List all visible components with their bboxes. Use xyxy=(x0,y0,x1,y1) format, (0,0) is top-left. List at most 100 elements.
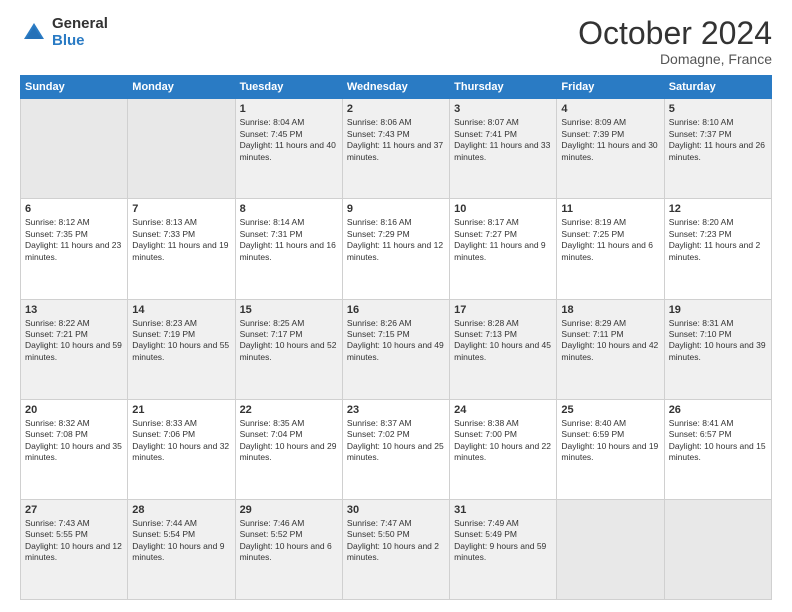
cell-info: Sunrise: 8:19 AM Sunset: 7:25 PM Dayligh… xyxy=(561,217,659,263)
calendar-cell: 14Sunrise: 8:23 AM Sunset: 7:19 PM Dayli… xyxy=(128,299,235,399)
cell-info: Sunrise: 8:04 AM Sunset: 7:45 PM Dayligh… xyxy=(240,117,338,163)
day-number: 12 xyxy=(669,203,767,215)
cell-info: Sunrise: 8:33 AM Sunset: 7:06 PM Dayligh… xyxy=(132,418,230,464)
calendar-cell: 5 Sunrise: 8:10 AM Sunset: 7:37 PM Daylig… xyxy=(664,99,771,199)
calendar-cell: 30Sunrise: 7:47 AM Sunset: 5:50 PM Dayli… xyxy=(342,499,449,599)
calendar-cell: 24 Sunrise: 8:38 AM Sunset: 7:00 PM Dayli… xyxy=(450,399,557,499)
cell-info: Sunrise: 8:07 AM Sunset: 7:41 PM Dayligh… xyxy=(454,117,552,163)
day-number: 6 xyxy=(25,203,123,215)
cell-info: Sunrise: 8:12 AM Sunset: 7:35 PM Dayligh… xyxy=(25,217,123,263)
day-number: 28 xyxy=(132,504,230,516)
calendar-cell: 18 Sunrise: 8:29 AM Sunset: 7:11 PM Dayli… xyxy=(557,299,664,399)
calendar-cell: 2 Sunrise: 8:06 AM Sunset: 7:43 PM Daylig… xyxy=(342,99,449,199)
day-number: 22 xyxy=(240,404,338,416)
cell-info: Sunrise: 7:44 AM Sunset: 5:54 PM Dayligh… xyxy=(132,518,230,564)
calendar-cell: 12 Sunrise: 8:20 AM Sunset: 7:23 PM Dayli… xyxy=(664,199,771,299)
cell-info: Sunrise: 8:06 AM Sunset: 7:43 PM Dayligh… xyxy=(347,117,445,163)
day-number: 11 xyxy=(561,203,659,215)
day-number: 3 xyxy=(454,103,552,115)
day-number: 31 xyxy=(454,504,552,516)
day-number: 21 xyxy=(132,404,230,416)
calendar-day-header: Sunday xyxy=(21,76,128,99)
cell-info: Sunrise: 8:25 AM Sunset: 7:17 PM Dayligh… xyxy=(240,318,338,364)
calendar-cell: 7 Sunrise: 8:13 AM Sunset: 7:33 PM Daylig… xyxy=(128,199,235,299)
calendar-cell: 31Sunrise: 7:49 AM Sunset: 5:49 PM Dayli… xyxy=(450,499,557,599)
cell-info: Sunrise: 7:43 AM Sunset: 5:55 PM Dayligh… xyxy=(25,518,123,564)
cell-info: Sunrise: 8:09 AM Sunset: 7:39 PM Dayligh… xyxy=(561,117,659,163)
cell-info: Sunrise: 7:46 AM Sunset: 5:52 PM Dayligh… xyxy=(240,518,338,564)
calendar-cell: 9 Sunrise: 8:16 AM Sunset: 7:29 PM Daylig… xyxy=(342,199,449,299)
cell-info: Sunrise: 8:38 AM Sunset: 7:00 PM Dayligh… xyxy=(454,418,552,464)
calendar-day-header: Saturday xyxy=(664,76,771,99)
calendar-cell: 29Sunrise: 7:46 AM Sunset: 5:52 PM Dayli… xyxy=(235,499,342,599)
calendar-cell xyxy=(557,499,664,599)
calendar-cell: 26Sunrise: 8:41 AM Sunset: 6:57 PM Dayli… xyxy=(664,399,771,499)
calendar-week-row: 13 Sunrise: 8:22 AM Sunset: 7:21 PM Dayli… xyxy=(21,299,772,399)
calendar-day-header: Monday xyxy=(128,76,235,99)
day-number: 17 xyxy=(454,304,552,316)
calendar-cell: 28 Sunrise: 7:44 AM Sunset: 5:54 PM Dayli… xyxy=(128,499,235,599)
logo-icon xyxy=(20,19,48,47)
day-number: 16 xyxy=(347,304,445,316)
calendar-header-row: SundayMondayTuesdayWednesdayThursdayFrid… xyxy=(21,76,772,99)
calendar-day-header: Tuesday xyxy=(235,76,342,99)
calendar-week-row: 20 Sunrise: 8:32 AM Sunset: 7:08 PM Dayli… xyxy=(21,399,772,499)
cell-info: Sunrise: 8:17 AM Sunset: 7:27 PM Dayligh… xyxy=(454,217,552,263)
month-title: October 2024 xyxy=(578,16,772,51)
cell-info: Sunrise: 8:28 AM Sunset: 7:13 PM Dayligh… xyxy=(454,318,552,364)
day-number: 7 xyxy=(132,203,230,215)
page: General Blue October 2024 Domagne, Franc… xyxy=(0,0,792,612)
calendar-cell: 21 Sunrise: 8:33 AM Sunset: 7:06 PM Dayli… xyxy=(128,399,235,499)
header: General Blue October 2024 Domagne, Franc… xyxy=(20,16,772,67)
logo-blue: Blue xyxy=(52,33,108,50)
cell-info: Sunrise: 8:41 AM Sunset: 6:57 PM Dayligh… xyxy=(669,418,767,464)
day-number: 4 xyxy=(561,103,659,115)
calendar-cell: 17 Sunrise: 8:28 AM Sunset: 7:13 PM Dayli… xyxy=(450,299,557,399)
cell-info: Sunrise: 8:22 AM Sunset: 7:21 PM Dayligh… xyxy=(25,318,123,364)
logo-text: General Blue xyxy=(52,16,108,49)
cell-info: Sunrise: 8:31 AM Sunset: 7:10 PM Dayligh… xyxy=(669,318,767,364)
calendar-cell: 6 Sunrise: 8:12 AM Sunset: 7:35 PM Daylig… xyxy=(21,199,128,299)
calendar-cell: 13 Sunrise: 8:22 AM Sunset: 7:21 PM Dayli… xyxy=(21,299,128,399)
calendar-week-row: 27 Sunrise: 7:43 AM Sunset: 5:55 PM Dayli… xyxy=(21,499,772,599)
day-number: 24 xyxy=(454,404,552,416)
day-number: 20 xyxy=(25,404,123,416)
title-block: October 2024 Domagne, France xyxy=(578,16,772,67)
day-number: 8 xyxy=(240,203,338,215)
cell-info: Sunrise: 8:29 AM Sunset: 7:11 PM Dayligh… xyxy=(561,318,659,364)
cell-info: Sunrise: 8:37 AM Sunset: 7:02 PM Dayligh… xyxy=(347,418,445,464)
day-number: 13 xyxy=(25,304,123,316)
calendar-cell xyxy=(128,99,235,199)
day-number: 18 xyxy=(561,304,659,316)
logo-general: General xyxy=(52,16,108,33)
cell-info: Sunrise: 8:20 AM Sunset: 7:23 PM Dayligh… xyxy=(669,217,767,263)
calendar-day-header: Friday xyxy=(557,76,664,99)
day-number: 27 xyxy=(25,504,123,516)
cell-info: Sunrise: 8:35 AM Sunset: 7:04 PM Dayligh… xyxy=(240,418,338,464)
calendar-cell: 19Sunrise: 8:31 AM Sunset: 7:10 PM Dayli… xyxy=(664,299,771,399)
calendar-week-row: 1Sunrise: 8:04 AM Sunset: 7:45 PM Daylig… xyxy=(21,99,772,199)
calendar-cell: 1Sunrise: 8:04 AM Sunset: 7:45 PM Daylig… xyxy=(235,99,342,199)
calendar-cell: 15Sunrise: 8:25 AM Sunset: 7:17 PM Dayli… xyxy=(235,299,342,399)
day-number: 30 xyxy=(347,504,445,516)
day-number: 2 xyxy=(347,103,445,115)
calendar-cell: 3 Sunrise: 8:07 AM Sunset: 7:41 PM Daylig… xyxy=(450,99,557,199)
cell-info: Sunrise: 8:32 AM Sunset: 7:08 PM Dayligh… xyxy=(25,418,123,464)
cell-info: Sunrise: 8:14 AM Sunset: 7:31 PM Dayligh… xyxy=(240,217,338,263)
cell-info: Sunrise: 8:10 AM Sunset: 7:37 PM Dayligh… xyxy=(669,117,767,163)
logo: General Blue xyxy=(20,16,108,49)
calendar-cell: 22 Sunrise: 8:35 AM Sunset: 7:04 PM Dayli… xyxy=(235,399,342,499)
day-number: 23 xyxy=(347,404,445,416)
day-number: 9 xyxy=(347,203,445,215)
calendar-week-row: 6 Sunrise: 8:12 AM Sunset: 7:35 PM Daylig… xyxy=(21,199,772,299)
calendar-cell xyxy=(664,499,771,599)
calendar-cell: 23 Sunrise: 8:37 AM Sunset: 7:02 PM Dayli… xyxy=(342,399,449,499)
calendar-cell: 11 Sunrise: 8:19 AM Sunset: 7:25 PM Dayli… xyxy=(557,199,664,299)
cell-info: Sunrise: 8:16 AM Sunset: 7:29 PM Dayligh… xyxy=(347,217,445,263)
day-number: 5 xyxy=(669,103,767,115)
calendar-cell: 16Sunrise: 8:26 AM Sunset: 7:15 PM Dayli… xyxy=(342,299,449,399)
cell-info: Sunrise: 8:13 AM Sunset: 7:33 PM Dayligh… xyxy=(132,217,230,263)
cell-info: Sunrise: 8:40 AM Sunset: 6:59 PM Dayligh… xyxy=(561,418,659,464)
day-number: 14 xyxy=(132,304,230,316)
day-number: 10 xyxy=(454,203,552,215)
